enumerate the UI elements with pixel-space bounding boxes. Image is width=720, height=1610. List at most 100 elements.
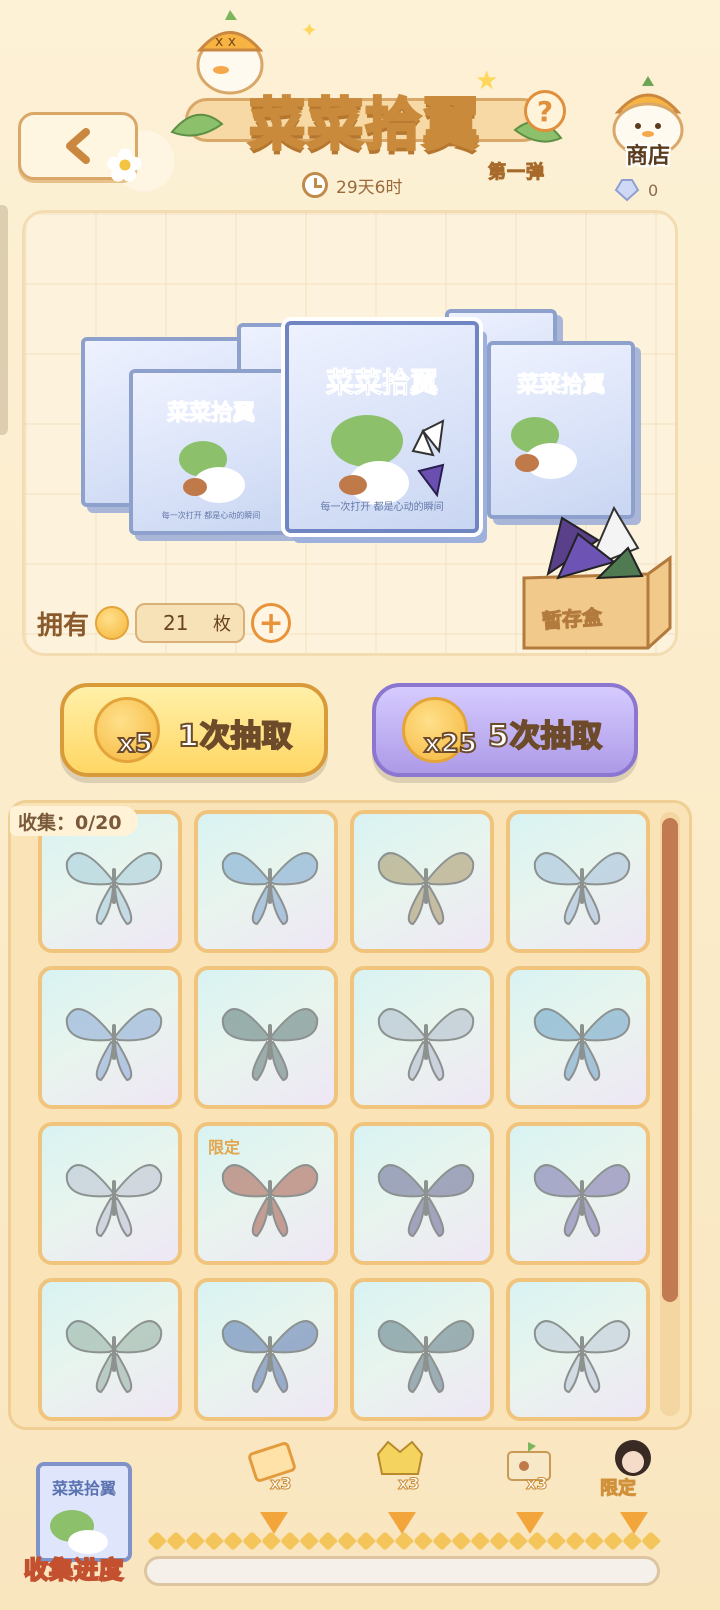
- collection-item[interactable]: [350, 1122, 494, 1265]
- storage-box-button[interactable]: 暂存盒: [518, 478, 678, 654]
- draw-once-cost: x5: [117, 728, 154, 760]
- collection-item[interactable]: [506, 1122, 650, 1265]
- milestone-qty: 限定: [600, 1478, 637, 1500]
- collection-item[interactable]: [506, 810, 650, 953]
- collection-item[interactable]: [350, 810, 494, 953]
- collection-item[interactable]: 限定: [194, 1122, 338, 1265]
- butterfly-icon: [65, 852, 163, 926]
- collection-item[interactable]: [194, 810, 338, 953]
- box-title: 菜菜拾翼: [516, 373, 605, 399]
- own-count-unit: 枚: [213, 614, 232, 635]
- blind-box: 菜菜拾翼 每一次打开 都是心动的瞬间: [129, 369, 293, 535]
- own-label: 拥有: [37, 610, 90, 641]
- butterfly-icon: [221, 852, 319, 926]
- own-currency-row: 拥有 21 枚 +: [37, 603, 292, 643]
- butterfly-icon: [533, 852, 631, 926]
- milestone-reward[interactable]: x3: [238, 1432, 308, 1542]
- scrollbar-thumb[interactable]: [662, 818, 678, 1302]
- blind-box-featured: 菜菜拾翼 每一次打开 都是心动的瞬间: [285, 321, 479, 533]
- progress-marker: [147, 1531, 167, 1551]
- collection-item[interactable]: [506, 966, 650, 1109]
- timer-text: 29天6时: [336, 177, 403, 198]
- chevron-left-icon: [66, 128, 90, 164]
- draw-once-button[interactable]: x5 1次抽取: [60, 683, 328, 777]
- milestone-reward[interactable]: x3: [366, 1432, 436, 1542]
- collection-item[interactable]: [506, 1278, 650, 1421]
- butterfly-icon: [533, 1320, 631, 1394]
- progress-marker: [565, 1531, 585, 1551]
- milestone-reward[interactable]: 限定: [598, 1432, 668, 1542]
- collection-progress: 菜菜拾翼 收集进度 x3 x3 x3 限定: [0, 1432, 720, 1610]
- own-count-value: 21: [163, 611, 189, 635]
- help-button[interactable]: ?: [524, 90, 566, 132]
- butterfly-icon: [533, 1164, 631, 1238]
- side-drawer-handle[interactable]: [0, 205, 8, 435]
- collection-item[interactable]: [38, 966, 182, 1109]
- milestone-pointer: [516, 1512, 544, 1534]
- butterfly-icon: [221, 1008, 319, 1082]
- box-title: 菜菜拾翼: [166, 401, 255, 427]
- collection-item[interactable]: [194, 966, 338, 1109]
- add-currency-button[interactable]: +: [251, 603, 292, 643]
- radish-butterfly-icon: [331, 415, 445, 505]
- butterfly-icon: [377, 1164, 475, 1238]
- radish-icon: [511, 417, 577, 479]
- milestone-qty: x3: [397, 1474, 420, 1494]
- box-caption: 每一次打开 都是心动的瞬间: [320, 502, 444, 513]
- butterfly-icon: [533, 1008, 631, 1082]
- butterfly-icon: [377, 1008, 475, 1082]
- progress-marker: [337, 1531, 357, 1551]
- event-title-banner: x x 菜菜拾翼 第一弹 ★ ✦: [170, 10, 563, 184]
- gem-balance: 0: [612, 178, 658, 202]
- collection-counter: 收集：0/20: [10, 806, 138, 836]
- draw-once-label: 1次抽取: [177, 718, 293, 755]
- collection-item[interactable]: [350, 1278, 494, 1421]
- limited-tag: 限定: [208, 1138, 241, 1157]
- butterfly-icon: [65, 1008, 163, 1082]
- butterfly-icon: [65, 1164, 163, 1238]
- progress-marker: [204, 1531, 224, 1551]
- draw-five-button[interactable]: x25 5次抽取: [372, 683, 638, 777]
- crystal-icon: [614, 179, 640, 202]
- svg-text:x x: x x: [215, 34, 236, 50]
- collection-item[interactable]: [38, 1278, 182, 1421]
- clock-icon: [302, 172, 328, 198]
- collection-item[interactable]: [194, 1278, 338, 1421]
- shop-button[interactable]: 商店: [600, 72, 696, 176]
- svg-text:菜菜拾翼: 菜菜拾翼: [51, 1479, 116, 1498]
- flower-icon: [107, 148, 142, 182]
- milestone-pointer: [260, 1512, 288, 1534]
- back-button[interactable]: [18, 112, 142, 182]
- own-count-field: 21 枚: [135, 603, 246, 643]
- milestone-reward[interactable]: x3: [494, 1432, 564, 1542]
- milestone-pointer: [388, 1512, 416, 1534]
- page-subtitle: 第一弹: [488, 162, 545, 184]
- draw-five-label: 5次抽取: [487, 718, 603, 755]
- box-caption: 每一次打开 都是心动的瞬间: [161, 511, 261, 520]
- progress-marker: [451, 1531, 471, 1551]
- radish-icon: [179, 441, 245, 503]
- milestone-pointer: [620, 1512, 648, 1534]
- progress-marker: [185, 1531, 205, 1551]
- butterfly-icon: [377, 1320, 475, 1394]
- milestone-qty: x3: [525, 1474, 548, 1494]
- sparkle-icon: ✦: [301, 18, 318, 42]
- butterfly-icon: [221, 1320, 319, 1394]
- collection-item[interactable]: [350, 966, 494, 1109]
- draw-five-cost: x25: [423, 728, 478, 760]
- progress-label: 收集进度: [23, 1555, 124, 1585]
- coin-icon: [95, 606, 130, 640]
- gem-count: 0: [648, 180, 659, 200]
- shop-label: 商店: [625, 144, 670, 169]
- event-timer: 29天6时: [302, 172, 402, 198]
- progress-bar: [144, 1556, 660, 1586]
- butterfly-icon: [377, 852, 475, 926]
- star-icon: ★: [475, 66, 499, 96]
- collection-item[interactable]: [38, 1122, 182, 1265]
- milestone-qty: x3: [269, 1474, 292, 1494]
- butterfly-icon: [65, 1320, 163, 1394]
- progress-marker: [166, 1531, 186, 1551]
- storage-box-label: 暂存盒: [541, 604, 604, 634]
- progress-marker: [318, 1531, 338, 1551]
- progress-marker: [470, 1531, 490, 1551]
